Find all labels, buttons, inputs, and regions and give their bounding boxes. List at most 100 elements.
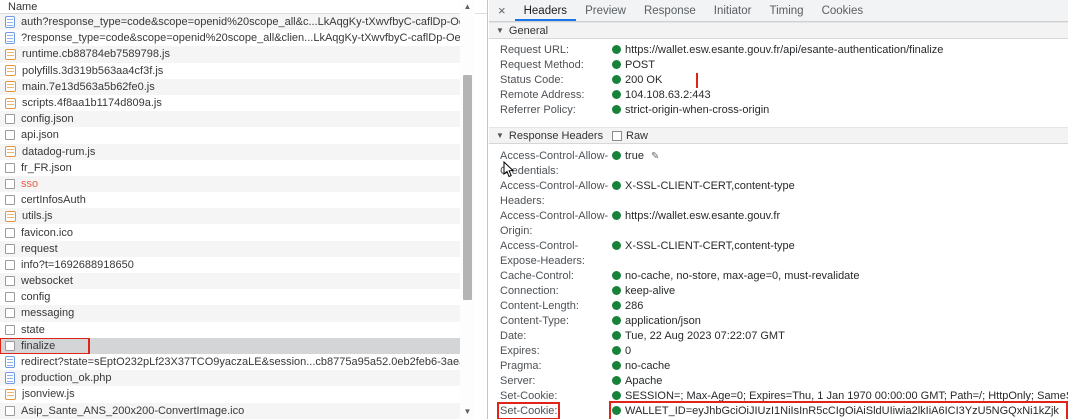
scroll-up-icon[interactable]: ▲ bbox=[460, 1, 475, 13]
file-file-icon bbox=[5, 308, 15, 318]
header-row: Set-Cookie: WALLET_ID=eyJhbGciOiJIUzI1Ni… bbox=[489, 404, 1068, 419]
status-ok-icon bbox=[612, 271, 621, 280]
header-name: Server: bbox=[500, 375, 535, 387]
network-request-row[interactable]: auth?response_type=code&scope=openid%20s… bbox=[0, 14, 460, 30]
doc-file-icon bbox=[5, 16, 15, 28]
raw-toggle[interactable]: Raw bbox=[612, 128, 648, 143]
network-request-row-annotated[interactable]: finalize bbox=[0, 338, 460, 354]
general-section-body: Request URL: https://wallet.esw.esante.g… bbox=[489, 39, 1068, 127]
status-ok-icon bbox=[612, 346, 621, 355]
header-row: Date: Tue, 22 Aug 2023 07:22:07 GMT✎ bbox=[489, 329, 1068, 344]
general-section-header[interactable]: ▼ General bbox=[489, 22, 1068, 39]
detail-tabs: Headers Preview Response Initiator Timin… bbox=[515, 0, 873, 21]
status-ok-icon bbox=[612, 211, 621, 220]
js-file-icon bbox=[5, 65, 16, 76]
network-request-row[interactable]: info?t=1692688918650 bbox=[0, 257, 460, 273]
network-request-row[interactable]: config bbox=[0, 289, 460, 305]
header-name: Access-Control-Allow-Headers: bbox=[500, 180, 608, 207]
header-value: strict-origin-when-cross-origin bbox=[625, 104, 769, 116]
status-ok-icon bbox=[612, 406, 621, 415]
network-request-row[interactable]: main.7e13d563a5b62fe0.js bbox=[0, 79, 460, 95]
scroll-down-icon[interactable]: ▼ bbox=[460, 406, 475, 418]
response-headers-section-title: Response Headers bbox=[509, 130, 603, 142]
status-ok-icon bbox=[612, 331, 621, 340]
network-request-row[interactable]: Asip_Sante_ANS_200x200-ConvertImage.ico bbox=[0, 403, 460, 419]
network-request-row[interactable]: certInfosAuth bbox=[0, 192, 460, 208]
header-row: Access-Control-Allow-Origin: https://wal… bbox=[489, 209, 1068, 239]
left-panel-scrollbar[interactable]: ▲ ▼ bbox=[460, 0, 475, 419]
network-request-row[interactable]: datadog-rum.js bbox=[0, 144, 460, 160]
doc-file-icon bbox=[5, 372, 15, 384]
status-ok-icon bbox=[612, 75, 621, 84]
file-file-icon bbox=[5, 325, 15, 335]
header-row: Cache-Control: no-cache, no-store, max-a… bbox=[489, 269, 1068, 284]
header-name: Expires: bbox=[500, 345, 540, 357]
tab-timing[interactable]: Timing bbox=[760, 0, 812, 21]
scrollbar-thumb[interactable] bbox=[463, 75, 472, 300]
general-section-title: General bbox=[509, 25, 548, 37]
file-file-icon bbox=[5, 292, 15, 302]
header-value: WALLET_ID=eyJhbGciOiJIUzI1NiIsInR5cCIgOi… bbox=[612, 405, 1060, 419]
tab-preview[interactable]: Preview bbox=[576, 0, 635, 21]
header-row: Content-Type: application/json✎ bbox=[489, 314, 1068, 329]
tab-headers[interactable]: Headers bbox=[515, 0, 576, 21]
file-file-icon bbox=[5, 163, 15, 173]
tab-response[interactable]: Response bbox=[635, 0, 705, 21]
status-ok-icon bbox=[612, 105, 621, 114]
header-name: Remote Address: bbox=[500, 89, 584, 101]
network-request-row[interactable]: runtime.cb88784eb7589798.js bbox=[0, 46, 460, 62]
header-value: 200 OK bbox=[625, 74, 662, 86]
response-headers-section-body: Access-Control-Allow-Credentials: true✎ … bbox=[489, 144, 1068, 419]
name-column-label: Name bbox=[8, 1, 37, 13]
header-value: keep-alive bbox=[625, 285, 675, 297]
header-value: Apache bbox=[625, 375, 662, 387]
network-request-row[interactable]: jsonview.js bbox=[0, 386, 460, 402]
close-icon[interactable]: × bbox=[489, 0, 515, 21]
network-request-row[interactable]: utils.js bbox=[0, 208, 460, 224]
status-ok-icon bbox=[612, 151, 621, 160]
header-row: Access-Control-Allow-Headers: X-SSL-CLIE… bbox=[489, 179, 1068, 209]
network-request-row[interactable]: polyfills.3d319b563aa4cf3f.js bbox=[0, 63, 460, 79]
network-request-row[interactable]: websocket bbox=[0, 273, 460, 289]
js-file-icon bbox=[5, 146, 16, 157]
header-row: Remote Address: 104.108.63.2:443✎ bbox=[489, 88, 1068, 103]
status-ok-icon bbox=[612, 181, 621, 190]
raw-checkbox[interactable] bbox=[612, 131, 622, 141]
header-name: Set-Cookie: bbox=[500, 405, 557, 417]
network-request-row[interactable]: messaging bbox=[0, 305, 460, 321]
network-request-row[interactable]: api.json bbox=[0, 127, 460, 143]
file-file-icon bbox=[5, 244, 15, 254]
network-request-row[interactable]: favicon.ico bbox=[0, 224, 460, 240]
edit-pencil-icon[interactable]: ✎ bbox=[651, 151, 659, 162]
status-ok-icon bbox=[612, 301, 621, 310]
network-request-row[interactable]: state bbox=[0, 322, 460, 338]
tab-cookies[interactable]: Cookies bbox=[813, 0, 873, 21]
header-name: Date: bbox=[500, 330, 526, 342]
network-request-row[interactable]: sso bbox=[0, 176, 460, 192]
header-value: https://wallet.esw.esante.gouv.fr bbox=[625, 210, 780, 222]
header-row: Content-Length: 286✎ bbox=[489, 299, 1068, 314]
raw-label: Raw bbox=[626, 130, 648, 142]
network-request-row[interactable]: request bbox=[0, 241, 460, 257]
header-row: Status Code: ✎200 OK bbox=[489, 73, 1068, 88]
header-row: Connection: keep-alive✎ bbox=[489, 284, 1068, 299]
request-detail-panel: × Headers Preview Response Initiator Tim… bbox=[489, 0, 1068, 419]
header-name: Status Code: bbox=[500, 74, 564, 86]
network-request-row[interactable]: fr_FR.json bbox=[0, 160, 460, 176]
network-request-row[interactable]: production_ok.php bbox=[0, 370, 460, 386]
disclosure-triangle-icon: ▼ bbox=[496, 131, 504, 140]
network-request-row[interactable]: scripts.4f8aa1b1174d809a.js bbox=[0, 95, 460, 111]
file-file-icon bbox=[5, 341, 15, 351]
header-name: Request URL: bbox=[500, 44, 569, 56]
header-name: Content-Length: bbox=[500, 300, 579, 312]
header-row: Referrer Policy: strict-origin-when-cros… bbox=[489, 103, 1068, 118]
name-column-header[interactable]: Name bbox=[0, 0, 487, 14]
tab-initiator[interactable]: Initiator bbox=[705, 0, 761, 21]
header-value: X-SSL-CLIENT-CERT,content-type bbox=[625, 180, 795, 192]
status-ok-icon bbox=[612, 241, 621, 250]
network-request-row[interactable]: redirect?state=sEptO232pLf23X37TCO9yacza… bbox=[0, 354, 460, 370]
network-request-row[interactable]: config.json bbox=[0, 111, 460, 127]
header-name: Request Method: bbox=[500, 59, 584, 71]
network-request-row[interactable]: ?response_type=code&scope=openid%20scope… bbox=[0, 30, 460, 46]
response-headers-section-header[interactable]: ▼ Response Headers Raw bbox=[489, 127, 1068, 144]
